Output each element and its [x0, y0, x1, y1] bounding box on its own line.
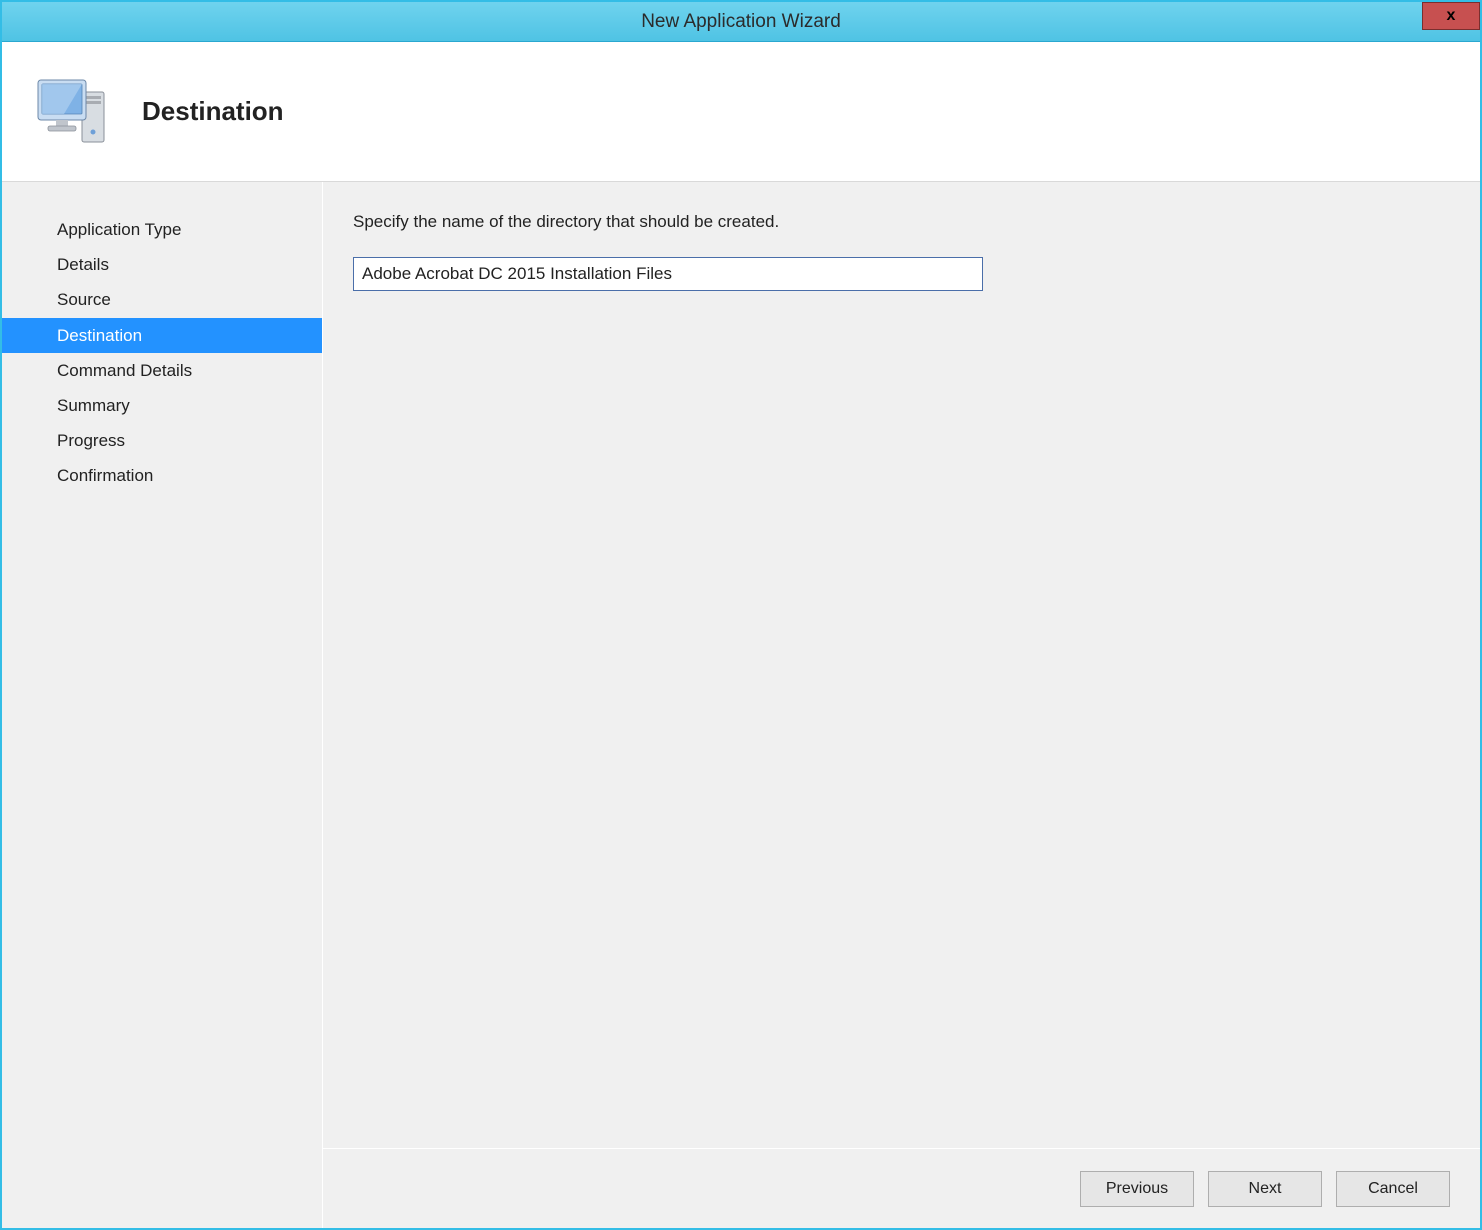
wizard-footer: Previous Next Cancel [323, 1148, 1480, 1228]
sidebar-item-application-type[interactable]: Application Type [2, 212, 322, 247]
close-button[interactable]: x [1422, 2, 1480, 30]
close-icon: x [1447, 7, 1456, 25]
previous-button[interactable]: Previous [1080, 1171, 1194, 1207]
instruction-label: Specify the name of the directory that s… [353, 212, 1450, 232]
next-button[interactable]: Next [1208, 1171, 1322, 1207]
computer-icon [32, 72, 112, 152]
sidebar-item-confirmation[interactable]: Confirmation [2, 458, 322, 493]
page-title: Destination [142, 96, 284, 127]
sidebar-item-summary[interactable]: Summary [2, 388, 322, 423]
window-title: New Application Wizard [641, 11, 841, 33]
body-area: Application Type Details Source Destinat… [2, 182, 1480, 1228]
sidebar-item-details[interactable]: Details [2, 247, 322, 282]
cancel-button[interactable]: Cancel [1336, 1171, 1450, 1207]
sidebar-item-source[interactable]: Source [2, 282, 322, 317]
header-area: Destination [2, 42, 1480, 182]
main-panel: Specify the name of the directory that s… [322, 182, 1480, 1228]
directory-name-input[interactable] [353, 257, 983, 291]
sidebar-item-command-details[interactable]: Command Details [2, 353, 322, 388]
wizard-window: New Application Wizard x [0, 0, 1482, 1230]
main-content: Specify the name of the directory that s… [323, 182, 1480, 1148]
sidebar-item-progress[interactable]: Progress [2, 423, 322, 458]
wizard-sidebar: Application Type Details Source Destinat… [2, 182, 322, 1228]
titlebar: New Application Wizard x [2, 2, 1480, 42]
sidebar-item-destination[interactable]: Destination [2, 318, 322, 353]
